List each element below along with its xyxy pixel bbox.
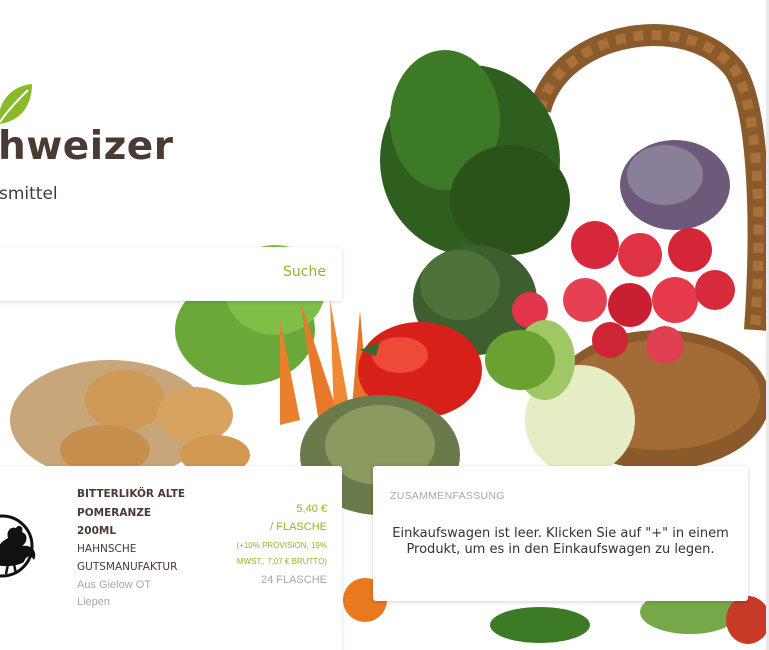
leaf-icon (0, 84, 32, 124)
page: hweizer smittel Suche BITTERLIKÖR ALTE P… (0, 0, 769, 650)
product-name-line: 200ML (77, 525, 117, 537)
producer-line: HAHNSCHE (77, 543, 137, 555)
producer-line: GUTSMANUFAKTUR (77, 561, 178, 573)
product-producer[interactable]: HAHNSCHE GUTSMANUFAKTUR (77, 540, 207, 576)
location-line: Aus Gielow OT (77, 579, 151, 591)
search-input[interactable] (0, 247, 260, 301)
search-button[interactable]: Suche (283, 264, 326, 280)
product-unit: / FLASCHE (270, 521, 327, 533)
logo-subtitle: smittel (0, 184, 58, 204)
product-price-note: (+10% PROVISION, 19% MWST., 7,07 € BRUTT… (210, 538, 327, 570)
price-note-line: (+10% PROVISION, 19% (236, 541, 327, 550)
cart-empty-message: Einkaufswagen ist leer. Klicken Sie auf … (392, 526, 729, 557)
logo-title[interactable]: hweizer (0, 124, 174, 169)
rooster-icon (0, 514, 36, 578)
product-price: 5,40 € (296, 503, 327, 515)
location-line: Liepen (77, 596, 111, 608)
product-location: Aus Gielow OT Liepen (77, 577, 197, 611)
cart-summary-panel: ZUSAMMENFASSUNG Einkaufswagen ist leer. … (373, 466, 748, 601)
product-name-line: BITTERLIKÖR ALTE (77, 488, 186, 500)
price-note-line: MWST., 7,07 € BRUTTO) (236, 557, 327, 566)
search-bar: Suche (0, 247, 342, 301)
product-name[interactable]: BITTERLIKÖR ALTE POMERANZE 200ML (77, 485, 207, 541)
cart-summary-title: ZUSAMMENFASSUNG (390, 490, 505, 502)
product-name-line: POMERANZE (77, 506, 152, 519)
product-stock: 24 FLASCHE (260, 574, 327, 586)
